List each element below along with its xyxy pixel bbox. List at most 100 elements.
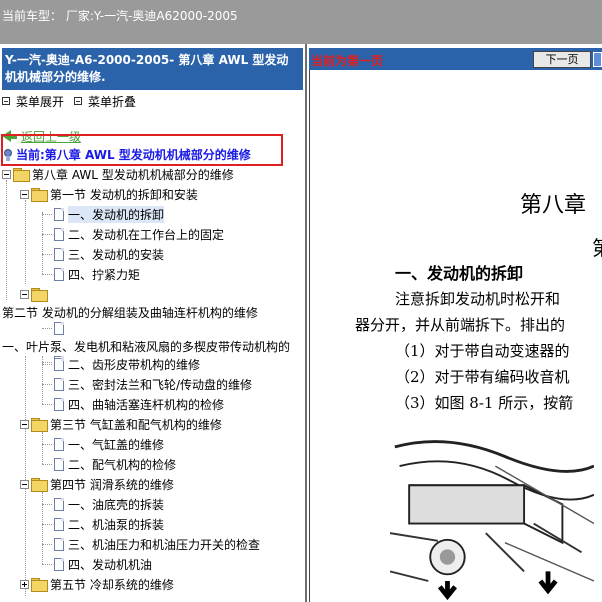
menu-collapse-label: 菜单折叠 (88, 94, 137, 109)
document-icon (54, 537, 64, 551)
tree-node-empty-folder[interactable] (20, 284, 50, 304)
next-page-arrow-icon[interactable] (593, 52, 602, 67)
collapse-toggle-icon[interactable] (20, 419, 29, 429)
pin-icon (4, 148, 12, 161)
tree-node-chapter8[interactable]: 第八章 AWL 型发动机机械部分的维修 (2, 164, 234, 184)
tree-connector (42, 327, 52, 329)
tree-node-label: 三、密封法兰和飞轮/传动盘的维修 (68, 377, 253, 392)
tree-guide (6, 180, 7, 300)
tree-item-engine-oil[interactable]: 四、发动机机油 (42, 554, 152, 574)
tree-item-oil-pump[interactable]: 二、机油泵的拆装 (42, 514, 164, 534)
chapter-title-continued: 第 (592, 232, 602, 261)
current-vehicle-text: 当前车型： 厂家:Y-一汽-奥迪A62000-2005 (2, 9, 238, 23)
tree-connector (42, 463, 52, 465)
paragraph-line: 器分开，并从前端拆下。排出的 (355, 316, 566, 334)
tree-item-valve-train[interactable]: 二、配气机构的检修 (42, 454, 176, 474)
tree-connector (42, 503, 52, 505)
content-header: 当前为第一页 下一页 (309, 48, 602, 70)
tree-node-label: 第四节 润滑系统的维修 (50, 477, 174, 492)
tree-connector (42, 273, 52, 275)
document-icon (54, 357, 64, 371)
document-icon (54, 321, 64, 335)
tree-item-engine-fixing[interactable]: 二、发动机在工作台上的固定 (42, 224, 224, 244)
tree-connector (42, 253, 52, 255)
document-icon (54, 497, 64, 511)
current-vehicle-bar: 当前车型： 厂家:Y-一汽-奥迪A62000-2005 (0, 0, 602, 44)
page-status: 当前为第一页 (311, 54, 384, 68)
tree-node-section3[interactable]: 第三节 气缸盖和配气机构的维修 (20, 414, 222, 434)
tree-item-crank-piston[interactable]: 四、曲轴活塞连杆机构的检修 (42, 394, 224, 414)
tree-item-cylinder-head[interactable]: 一、气缸盖的维修 (42, 434, 164, 454)
tree-item-oil-pressure[interactable]: 三、机油压力和机油压力开关的检查 (42, 534, 260, 554)
expand-square-icon (2, 97, 10, 105)
menu-collapse-button[interactable]: 菜单折叠 (74, 93, 136, 110)
paragraph-line: （2）对于带有编码收音机 (395, 368, 570, 386)
open-folder-icon (31, 188, 48, 202)
tree-connector (42, 213, 52, 215)
document-icon (54, 247, 64, 261)
engine-illustration (390, 427, 594, 601)
section-heading: 一、发动机的拆卸 (395, 264, 524, 283)
current-item[interactable]: 当前:第八章 AWL 型发动机机械部分的维修 (3, 146, 251, 163)
menu-toggle-bar: 菜单展开 菜单折叠 (0, 90, 305, 112)
document-page: 第八章 第 一、发动机的拆卸 注意拆卸发动机时松开和 器分开，并从前端拆下。排出… (309, 70, 602, 602)
tree-node-label: 一、气缸盖的维修 (68, 437, 165, 452)
tree-item-seal-flange[interactable]: 三、密封法兰和飞轮/传动盘的维修 (42, 374, 252, 394)
tree-node-label: 三、发动机的安装 (68, 247, 165, 262)
document-icon (54, 557, 64, 571)
paragraph-line: （1）对于带自动变速器的 (395, 342, 570, 360)
open-folder-icon (13, 168, 30, 182)
tree-node-label: 三、机油压力和机油压力开关的检查 (68, 537, 261, 552)
paragraph-line: （3）如图 8-1 所示，按箭 (395, 394, 574, 412)
tree-connector (42, 363, 52, 365)
chapter-title: 第八章 (520, 193, 587, 218)
expand-toggle-icon[interactable] (20, 579, 29, 589)
tree-item-torque[interactable]: 四、拧紧力矩 (42, 264, 140, 284)
collapse-square-icon (74, 97, 83, 105)
tree-connector (42, 523, 52, 525)
tree-node-section5[interactable]: 第五节 冷却系统的维修 (20, 574, 174, 594)
tree-node-label: 第一节 发动机的拆卸和安装 (50, 187, 198, 202)
tree-item-oil-pan[interactable]: 一、油底壳的拆装 (42, 494, 164, 514)
tree-connector (42, 233, 52, 235)
document-icon (54, 227, 64, 241)
tree-node-label: 二、配气机构的检修 (68, 457, 177, 472)
content-panel: 当前为第一页 下一页 第八章 第 一、发动机的拆卸 注意拆卸发动机时松开和 器分… (309, 44, 602, 602)
tree-node-label: 一、油底壳的拆装 (68, 497, 165, 512)
open-folder-icon (31, 478, 48, 492)
tree-item-engine-install[interactable]: 三、发动机的安装 (42, 244, 164, 264)
tree-node-label: 第五节 冷却系统的维修 (50, 577, 174, 592)
tree-item-engine-removal[interactable]: 一、发动机的拆卸 (42, 204, 165, 224)
paragraph-line: 注意拆卸发动机时松开和 (395, 290, 561, 308)
tree-connector (42, 543, 52, 545)
tree-node-section2[interactable]: 第二节 发动机的分解组装及曲轴连杆机构的维修 (2, 302, 258, 322)
open-folder-icon (31, 418, 48, 432)
closed-folder-icon (31, 578, 48, 592)
document-icon (54, 377, 64, 391)
collapse-toggle-icon[interactable] (20, 479, 29, 489)
tree-node-section1[interactable]: 第一节 发动机的拆卸和安装 (20, 184, 198, 204)
menu-expand-label: 菜单展开 (16, 94, 65, 109)
tree-item-toothed-belt[interactable]: 二、齿形皮带机构的维修 (42, 354, 200, 374)
document-icon (54, 207, 64, 221)
document-icon (54, 437, 64, 451)
tree-guide (25, 200, 26, 284)
document-icon (54, 397, 64, 411)
document-icon (54, 457, 64, 471)
tree-node-section4[interactable]: 第四节 润滑系统的维修 (20, 474, 174, 494)
tree-node-label: 第八章 AWL 型发动机机械部分的维修 (32, 167, 234, 182)
open-folder-icon (31, 288, 48, 302)
tree-node-label: 第三节 气缸盖和配气机构的维修 (50, 417, 222, 432)
collapse-toggle-icon[interactable] (20, 289, 29, 299)
tree-item-doc[interactable] (42, 318, 68, 338)
tree-node-label: 四、发动机机油 (68, 557, 153, 572)
tree-connector (42, 563, 52, 565)
tree-connector (42, 383, 52, 385)
collapse-toggle-icon[interactable] (2, 169, 11, 179)
tree-node-label: 二、机油泵的拆装 (68, 517, 165, 532)
menu-expand-button[interactable]: 菜单展开 (2, 93, 64, 110)
collapse-toggle-icon[interactable] (20, 189, 29, 199)
tree-connector (42, 403, 52, 405)
tree-node-label: 四、拧紧力矩 (68, 267, 141, 282)
next-page-button[interactable]: 下一页 (533, 51, 591, 68)
